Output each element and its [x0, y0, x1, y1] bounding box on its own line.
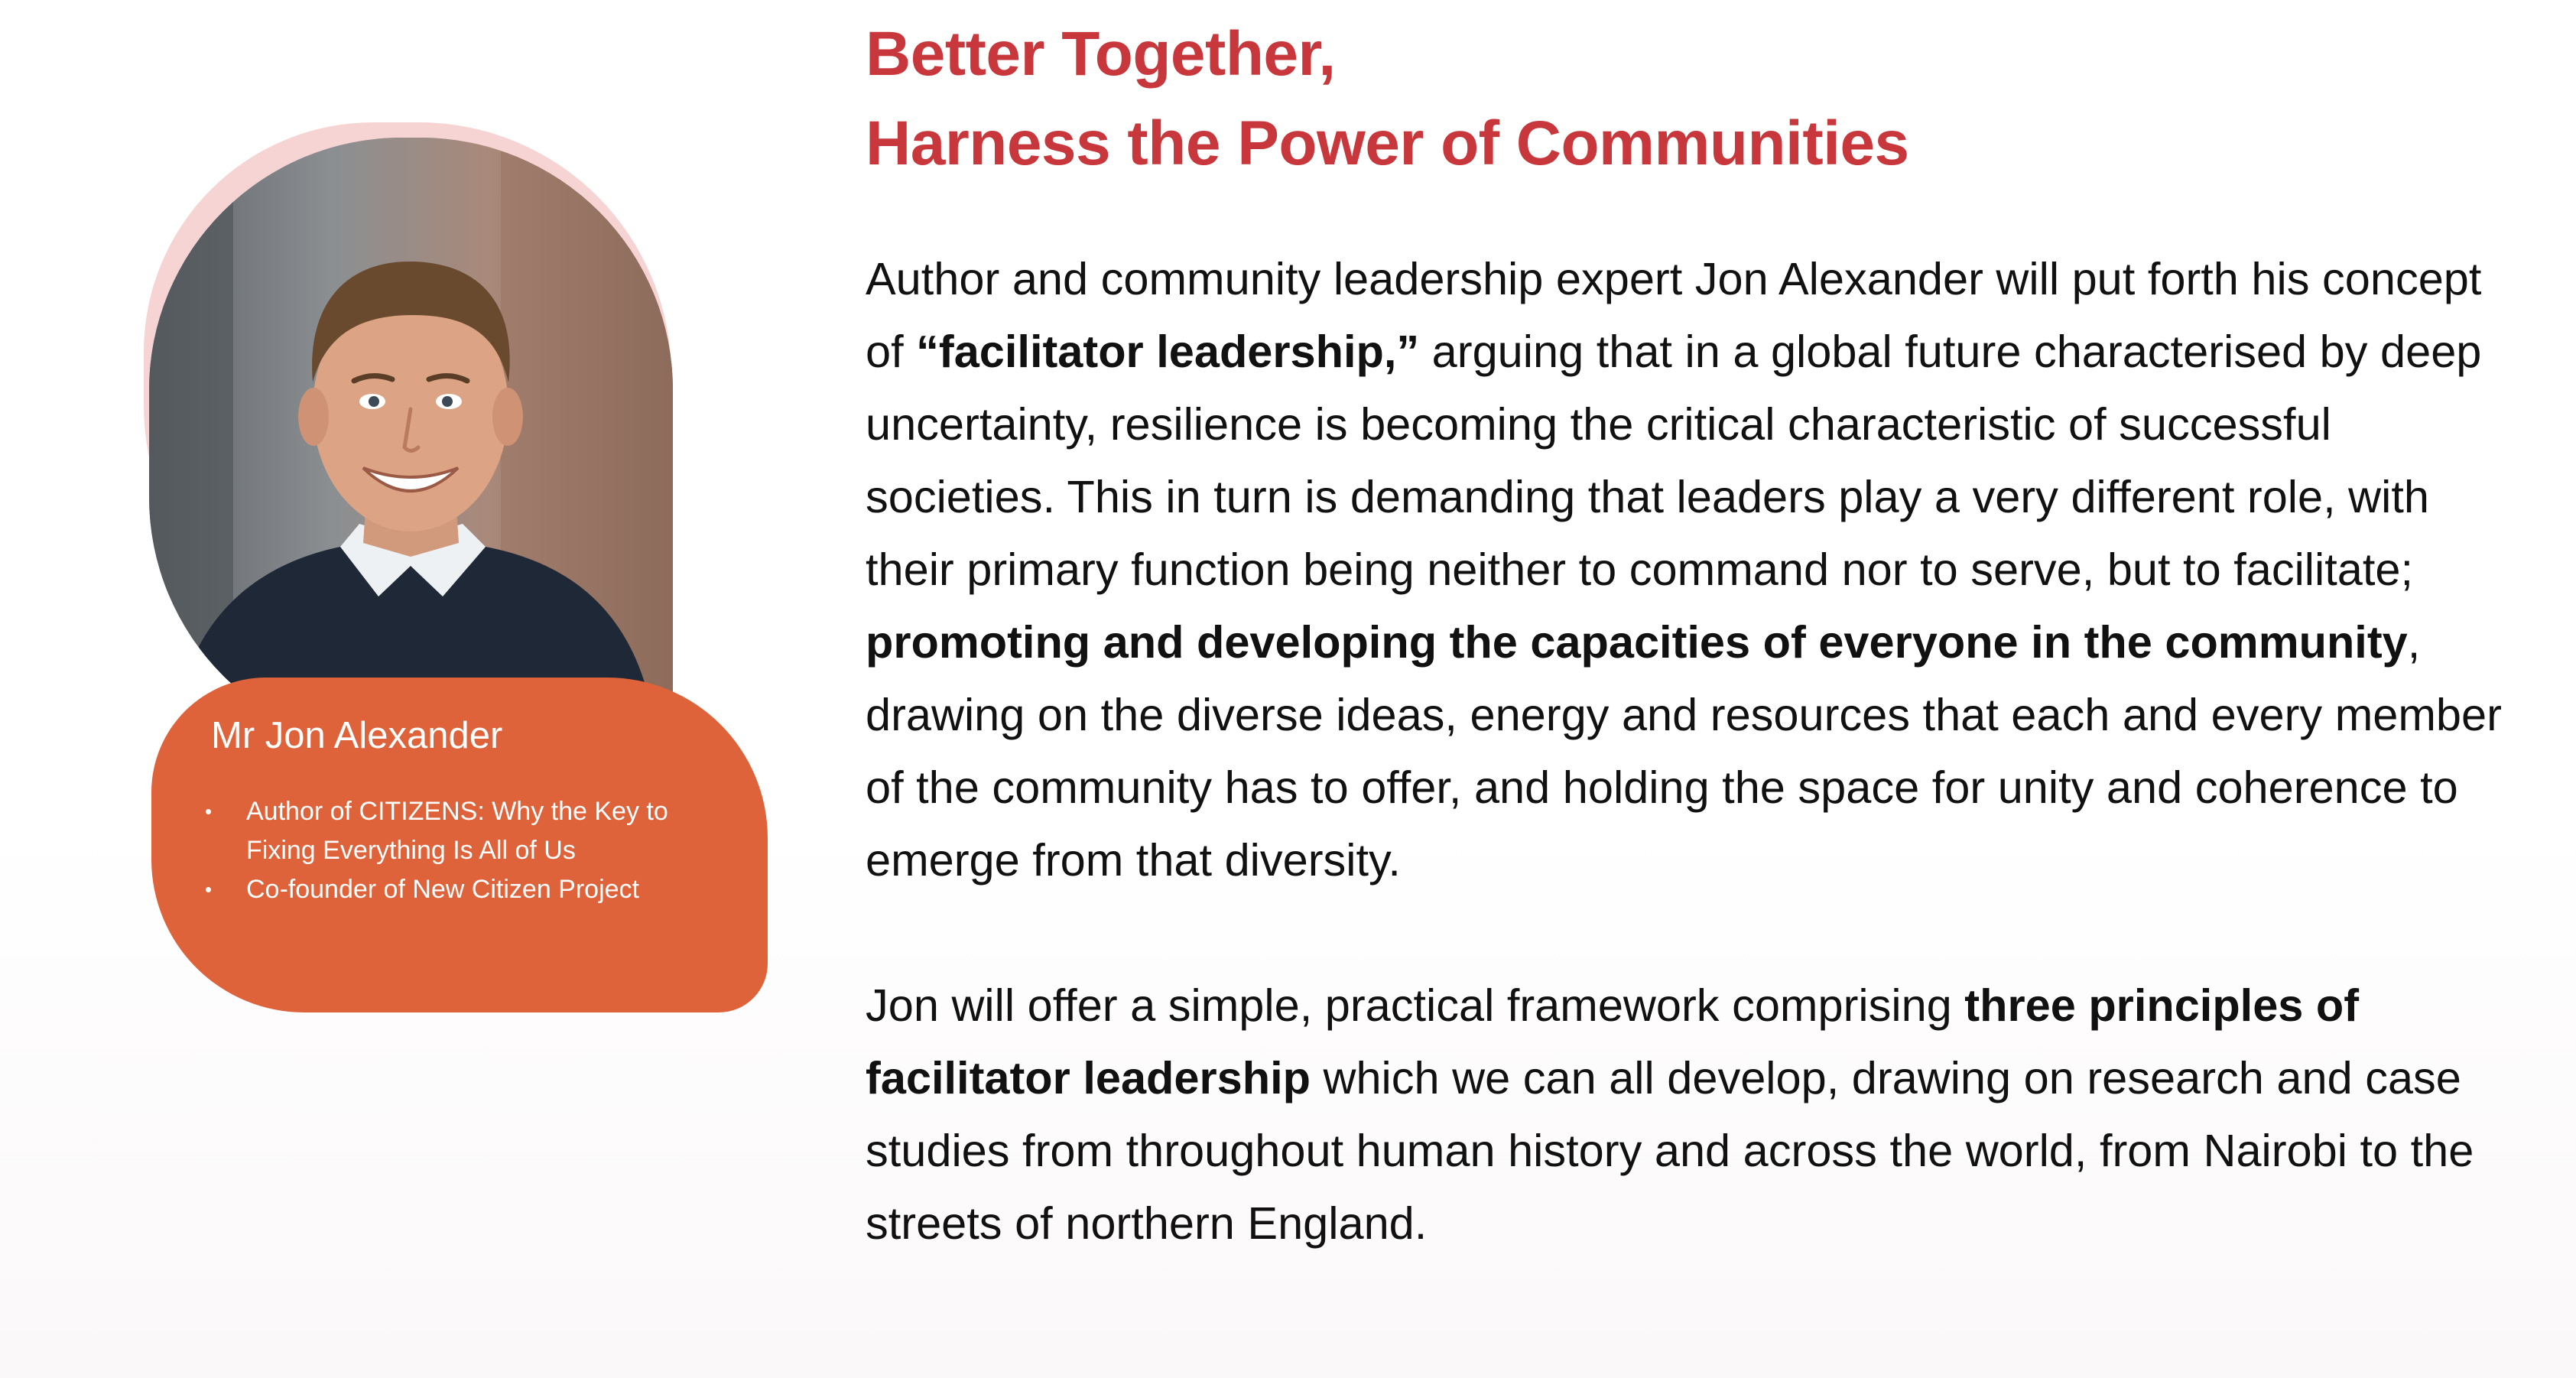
emphasis-text: “facilitator leadership,” [916, 326, 1420, 377]
talk-title-line-1: Better Together, [866, 19, 1336, 89]
speaker-name-bubble: Mr Jon Alexander • Author of CITIZENS: W… [151, 678, 768, 1012]
credential-text: Co-founder of New Citizen Project [246, 875, 640, 904]
speaker-portrait-illustration [149, 138, 673, 749]
paragraph-text: Jon will offer a simple, practical frame… [866, 980, 1965, 1031]
speaker-photo [149, 138, 673, 749]
talk-title: Better Together, Harness the Power of Co… [866, 9, 2502, 188]
talk-title-line-2: Harness the Power of Communities [866, 109, 1909, 178]
description-paragraph-1: Author and community leadership expert J… [866, 242, 2502, 896]
talk-description: Better Together, Harness the Power of Co… [866, 9, 2502, 1259]
credential-item: • Author of CITIZENS: Why the Key to Fix… [196, 792, 731, 870]
speaker-card: Mr Jon Alexander • Author of CITIZENS: W… [0, 0, 810, 1378]
emphasis-text: promoting and developing the capacities … [866, 616, 2408, 668]
credential-text: Author of CITIZENS: Why the Key to Fixin… [246, 797, 668, 865]
speaker-name: Mr Jon Alexander [211, 715, 503, 756]
bullet-icon: • [205, 800, 213, 823]
description-paragraph-2: Jon will offer a simple, practical frame… [866, 969, 2502, 1259]
bullet-icon: • [205, 878, 213, 901]
speaker-credentials-list: • Author of CITIZENS: Why the Key to Fix… [196, 792, 731, 909]
credential-item: • Co-founder of New Citizen Project [196, 870, 731, 909]
